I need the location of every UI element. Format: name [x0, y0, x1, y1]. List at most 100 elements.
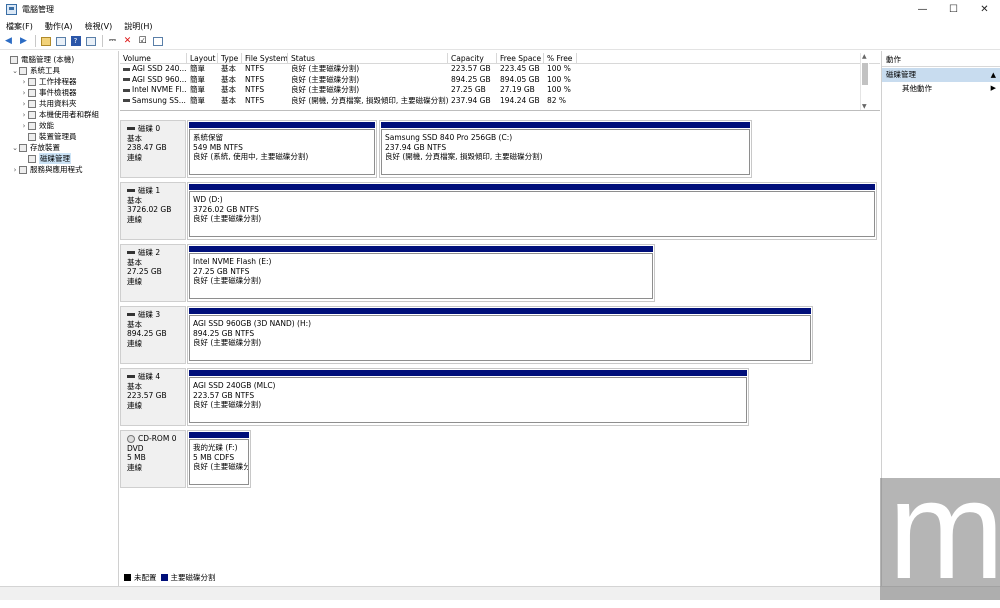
- cell-text: 223.57 GB: [451, 64, 491, 73]
- window-controls: — ☐ ✕: [907, 0, 1000, 19]
- disk-name: 磁碟 4: [127, 372, 185, 382]
- volume-list-scrollbar[interactable]: ▲ ▼: [860, 53, 869, 110]
- cell-text: 82 %: [547, 95, 567, 105]
- close-button[interactable]: ✕: [969, 0, 1000, 19]
- collapse-up-icon[interactable]: ▲: [991, 68, 996, 82]
- expand-right-icon[interactable]: ›: [20, 78, 28, 86]
- partition-block[interactable]: AGI SSD 960GB (3D NAND) (H:) 894.25 GB NT…: [187, 306, 813, 364]
- table-cell: 簡單: [187, 85, 218, 96]
- table-row[interactable]: AGI SSD 960... 簡單 基本 NTFS 良好 (主要磁碟分割) 894.25 …: [120, 75, 880, 86]
- cell-text: 237.94 GB: [451, 95, 491, 105]
- tree-item[interactable]: › 本機使用者和群組: [0, 109, 118, 120]
- expand-right-icon[interactable]: ›: [20, 100, 28, 108]
- table-row[interactable]: AGI SSD 240... 簡單 基本 NTFS 良好 (主要磁碟分割) 223.57 …: [120, 64, 880, 75]
- tree-node-icon: [19, 143, 27, 152]
- column-header[interactable]: Capacity: [448, 53, 497, 63]
- partition-block[interactable]: Samsung SSD 840 Pro 256GB (C:) 237.94 GB …: [379, 120, 752, 178]
- expand-right-icon[interactable]: ›: [20, 122, 28, 130]
- column-header[interactable]: File System: [242, 53, 288, 63]
- disk-size: 3726.02 GB: [127, 205, 172, 214]
- cell-text: 194.24 GB: [500, 95, 540, 105]
- delete-icon[interactable]: ✕: [121, 35, 134, 48]
- table-cell: 27.19 GB: [497, 85, 544, 96]
- disk-graphical-view: 磁碟 0 基本 238.47 GB 連線 系統保留 549 MB NTFS 良好 (系統, …: [120, 117, 880, 577]
- partition-size: 894.25 GB NTFS: [193, 328, 255, 338]
- table-row[interactable]: Samsung SS... 簡單 基本 NTFS 良好 (開機, 分頁檔案, 損毀傾印,…: [120, 96, 880, 107]
- cell-text: AGI SSD 960...: [132, 74, 187, 84]
- expand-down-icon[interactable]: ⌄: [11, 67, 19, 75]
- table-cell: NTFS: [242, 75, 288, 86]
- partition-block[interactable]: 我的光碟 (F:)5 MB CDFS良好 (主要磁碟分割): [187, 430, 251, 488]
- partition-size: 3726.02 GB NTFS: [193, 204, 259, 214]
- tree-item[interactable]: › 工作排程器: [0, 76, 118, 87]
- properties-icon[interactable]: [84, 35, 97, 48]
- scrollbar-thumb[interactable]: [862, 63, 868, 85]
- submenu-arrow-icon: ▶: [990, 84, 996, 92]
- column-header[interactable]: Type: [218, 53, 242, 63]
- maximize-button[interactable]: ☐: [938, 0, 969, 19]
- disk-label[interactable]: 磁碟 2 基本 27.25 GB 連線: [120, 244, 186, 302]
- check-icon[interactable]: ☑: [136, 35, 149, 48]
- tree-item[interactable]: 裝置管理員: [0, 131, 118, 142]
- partition-size: 549 MB NTFS: [193, 142, 243, 152]
- cell-text: 100 %: [547, 74, 571, 84]
- table-cell: NTFS: [242, 64, 288, 75]
- minimize-button[interactable]: —: [907, 0, 938, 19]
- connect-drive-icon[interactable]: ⎓: [106, 35, 119, 48]
- toolbar-separator: [35, 35, 36, 47]
- tree-item[interactable]: › 效能: [0, 120, 118, 131]
- disk-label[interactable]: 磁碟 0 基本 238.47 GB 連線: [120, 120, 186, 178]
- menu-help[interactable]: 說明(H): [118, 21, 158, 32]
- disk-size: 5 MB: [127, 453, 146, 462]
- column-header[interactable]: % Free: [544, 53, 577, 63]
- cell-text: 簡單: [190, 64, 205, 73]
- disk-label[interactable]: 磁碟 1 基本 3726.02 GB 連線: [120, 182, 186, 240]
- partition-block[interactable]: AGI SSD 240GB (MLC) 223.57 GB NTFS 良好 (主要磁…: [187, 368, 749, 426]
- back-arrow-icon[interactable]: ◀: [2, 35, 15, 48]
- tree-item[interactable]: › 共用資料夾: [0, 98, 118, 109]
- tree-item-label: 磁碟管理: [39, 153, 71, 164]
- menu-action[interactable]: 動作(A): [39, 21, 79, 32]
- expand-down-icon[interactable]: ⌄: [11, 144, 19, 152]
- scroll-up-icon[interactable]: ▲: [862, 53, 867, 60]
- table-cell: 82 %: [544, 96, 577, 107]
- tree-item[interactable]: 磁碟管理: [0, 153, 118, 164]
- actions-section-disk-management[interactable]: 磁碟管理 ▲: [882, 68, 1000, 82]
- column-header[interactable]: Layout: [187, 53, 218, 63]
- watermark-letter: m: [888, 451, 1000, 608]
- column-header[interactable]: Status: [288, 53, 448, 63]
- menu-file[interactable]: 檔案(F): [0, 21, 39, 32]
- table-cell: 100 %: [544, 64, 577, 75]
- partition-block[interactable]: Intel NVME Flash (E:) 27.25 GB NTFS 良好 (主要…: [187, 244, 655, 302]
- up-folder-icon[interactable]: [39, 35, 52, 48]
- partition-block[interactable]: WD (D:) 3726.02 GB NTFS 良好 (主要磁碟分割): [187, 182, 877, 240]
- show-hide-tree-icon[interactable]: [54, 35, 67, 48]
- tree-item[interactable]: › 服務與應用程式: [0, 164, 118, 175]
- expand-right-icon[interactable]: ›: [20, 111, 28, 119]
- scroll-down-icon[interactable]: ▼: [862, 103, 867, 110]
- disk-label[interactable]: CD-ROM 0 DVD 5 MB 連線: [120, 430, 186, 488]
- tree-item[interactable]: ⌄ 系統工具: [0, 65, 118, 76]
- tree-item[interactable]: › 事件檢視器: [0, 87, 118, 98]
- menu-bar: 檔案(F) 動作(A) 檢視(V) 說明(H): [0, 19, 1000, 33]
- column-header[interactable]: Free Space: [497, 53, 544, 63]
- expand-right-icon[interactable]: ›: [11, 166, 19, 174]
- expand-right-icon[interactable]: ›: [20, 89, 28, 97]
- disk-label[interactable]: 磁碟 3 基本 894.25 GB 連線: [120, 306, 186, 364]
- forward-arrow-icon[interactable]: ▶: [17, 35, 30, 48]
- help-icon[interactable]: ?: [69, 35, 82, 48]
- column-header[interactable]: Volume: [120, 53, 187, 63]
- disk-icon: [127, 313, 135, 317]
- menu-view[interactable]: 檢視(V): [79, 21, 119, 32]
- partition-details: 我的光碟 (F:)5 MB CDFS良好 (主要磁碟分割): [189, 439, 249, 485]
- table-row[interactable]: Intel NVME Fl... 簡單 基本 NTFS 良好 (主要磁碟分割) 27.25…: [120, 85, 880, 96]
- tree-item[interactable]: ⌄ 存放裝置: [0, 142, 118, 153]
- actions-section-label: 磁碟管理: [886, 70, 916, 79]
- partition-details: 系統保留 549 MB NTFS 良好 (系統, 使用中, 主要磁碟分割): [189, 129, 375, 175]
- tree-item[interactable]: 電腦管理 (本機): [0, 54, 118, 65]
- partition-block[interactable]: 系統保留 549 MB NTFS 良好 (系統, 使用中, 主要磁碟分割): [187, 120, 377, 178]
- cell-text: 良好 (主要磁碟分割): [291, 74, 360, 84]
- disk-label[interactable]: 磁碟 4 基本 223.57 GB 連線: [120, 368, 186, 426]
- window-icon[interactable]: [151, 35, 164, 48]
- actions-item-more[interactable]: 其他動作 ▶: [882, 82, 1000, 95]
